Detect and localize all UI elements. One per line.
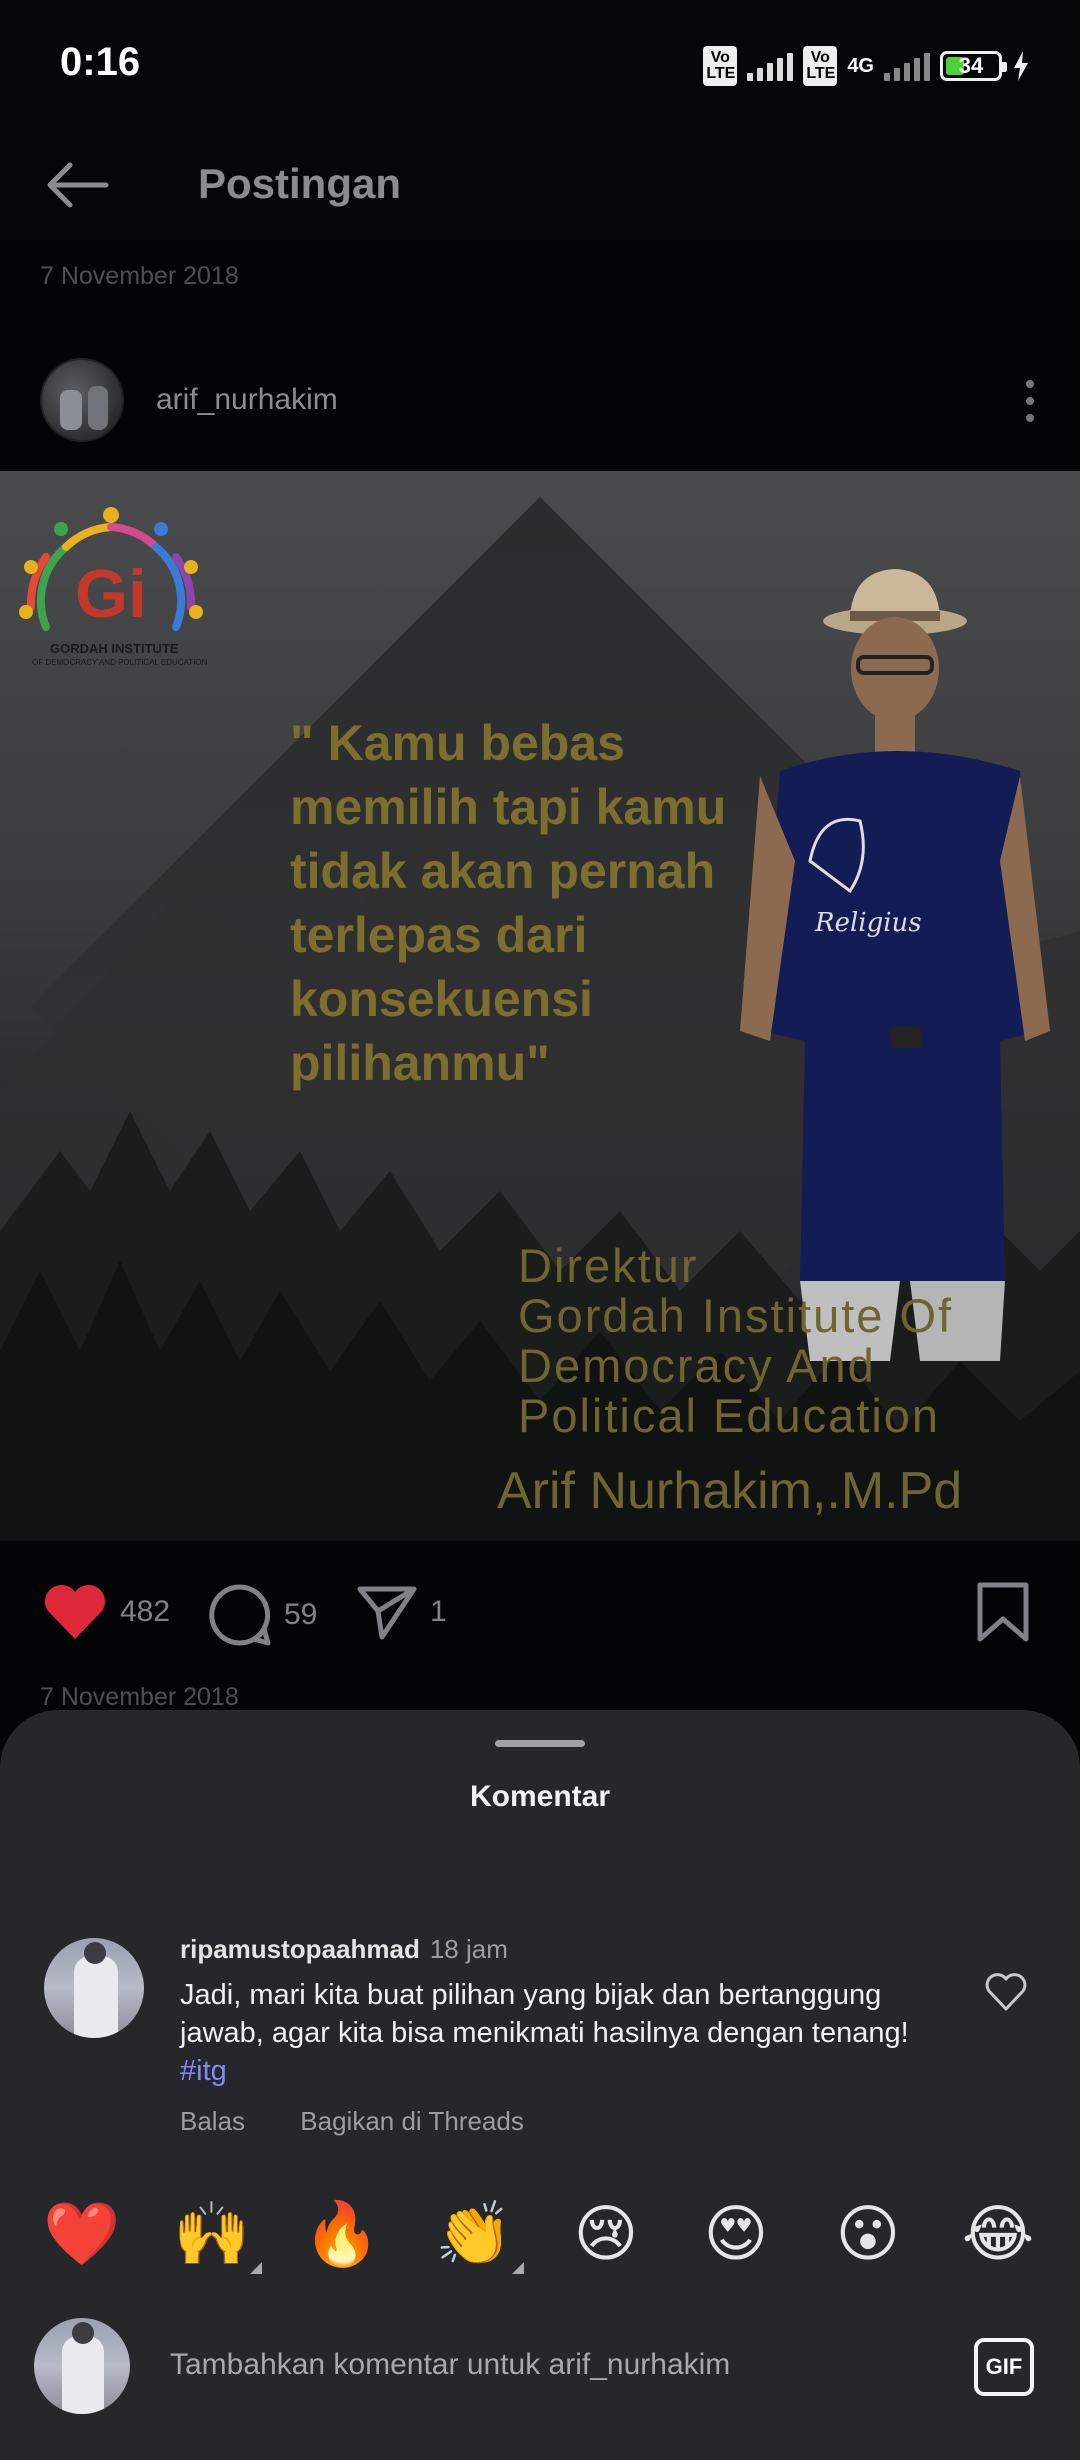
comment-input[interactable]: Tambahkan komentar untuk arif_nurhakim — [170, 2348, 730, 2382]
gif-button[interactable]: GIF — [974, 2338, 1034, 2396]
bookmark-icon[interactable] — [976, 1581, 1030, 1643]
arrow-left-icon[interactable] — [40, 155, 120, 215]
commenter-username[interactable]: ripamustopaahmad — [180, 1934, 420, 1964]
comment-text-block: Jadi, mari kita buat pilihan yang bijak … — [180, 1976, 960, 2090]
signal-icon-2 — [884, 51, 930, 81]
emoji-clapping-glyph: 👏 — [435, 2197, 513, 2270]
emoji-laughing[interactable]: 😂 — [958, 2194, 1038, 2274]
quote-line: terlepas dari — [290, 907, 588, 963]
post-quote: " Kamu bebas memilih tapi kamu tidak aka… — [290, 711, 790, 1095]
share-action[interactable]: 1 — [356, 1583, 447, 1641]
emoji-heart[interactable]: ❤️ — [42, 2194, 122, 2274]
logo-subtext: OF DEMOCRACY AND POLITICAL EDUCATION — [32, 658, 208, 667]
my-avatar — [34, 2318, 130, 2414]
top-app-bar: Postingan — [0, 130, 1080, 240]
shirt-text: Religius — [814, 908, 922, 938]
quote-line: konsekuensi — [290, 971, 593, 1027]
post-date-top: 7 November 2018 — [40, 262, 239, 290]
comment-input-row: Tambahkan komentar untuk arif_nurhakim G… — [0, 2270, 1080, 2414]
post-image[interactable]: Gi GORDAH INSTITUTE OF DEMOCRACY AND POL… — [0, 471, 1080, 1541]
emoji-raised-hands[interactable]: 🙌 — [172, 2194, 262, 2274]
emoji-surprised[interactable]: 😮 — [828, 2194, 908, 2274]
comment-time: 18 jam — [429, 1934, 508, 1964]
title-line: Gordah Institute Of — [518, 1289, 954, 1342]
post-author-row: arif_nurhakim — [0, 340, 1080, 470]
quote-line: pilihanmu" — [290, 1035, 550, 1091]
quote-line: " Kamu bebas — [290, 715, 625, 771]
sheet-title: Komentar — [469, 1780, 611, 1813]
heart-filled-icon[interactable] — [42, 1583, 108, 1641]
comment-item: ripamustopaahmad 18 jam Jadi, mari kita b… — [0, 1920, 1080, 2150]
sheet-drag-handle[interactable] — [495, 1740, 585, 1747]
svg-text:Gi: Gi — [75, 556, 147, 632]
emoji-quick-reactions: ❤️ 🙌 🔥 👏 😢 😍 😮 😂 — [0, 2180, 1080, 2280]
emoji-clapping[interactable]: 👏 — [434, 2194, 524, 2274]
comment-actions: Balas Bagikan di Threads — [180, 2106, 572, 2137]
emoji-heart-eyes[interactable]: 😍 — [696, 2194, 776, 2274]
post-actions: 482 59 1 — [0, 1555, 1080, 1675]
comments-sheet: Komentar ripamustopaahmad 18 jam Jadi, ma… — [0, 1710, 1080, 2460]
commenter-avatar[interactable] — [44, 1938, 144, 2038]
page-title: Postingan — [198, 160, 402, 207]
status-time: 0:16 — [60, 40, 141, 84]
post-title-block: Direktur Gordah Institute Of Democracy A… — [518, 1241, 953, 1441]
comment-count: 59 — [284, 1598, 318, 1631]
post-date-bottom: 7 November 2018 — [40, 1683, 239, 1711]
title-line: Political Education — [518, 1389, 941, 1442]
signal-icon — [747, 51, 794, 81]
battery-icon: 34 — [940, 51, 1007, 81]
comment-text: Jadi, mari kita buat pilihan yang bijak … — [180, 1979, 909, 2049]
more-vertical-icon[interactable] — [1010, 376, 1050, 426]
author-username[interactable]: arif_nurhakim — [156, 383, 338, 417]
charging-icon — [1014, 51, 1028, 81]
comment-like-icon[interactable] — [984, 1972, 1028, 2012]
status-bar: 0:16 Vo LTE Vo LTE 4G 34 — [0, 0, 1080, 130]
quote-line: tidak akan pernah — [290, 843, 716, 899]
network-type: 4G — [847, 55, 874, 77]
send-icon[interactable] — [356, 1583, 418, 1641]
battery-level: 34 — [958, 53, 984, 78]
emoji-fire[interactable]: 🔥 — [302, 2194, 382, 2274]
comment-header: ripamustopaahmad 18 jam — [180, 1934, 508, 1965]
emoji-raised-hands-glyph: 🙌 — [173, 2197, 251, 2270]
like-count: 482 — [120, 1595, 171, 1628]
title-line: Direktur — [518, 1239, 699, 1292]
volte-icon-2: Vo LTE — [803, 46, 838, 86]
emoji-crying[interactable]: 😢 — [566, 2194, 646, 2274]
quote-line: memilih tapi kamu — [290, 779, 727, 835]
comment-icon[interactable] — [208, 1583, 272, 1647]
logo-text: GORDAH INSTITUTE — [50, 641, 179, 656]
reply-button[interactable]: Balas — [180, 2106, 245, 2136]
comment-hashtag[interactable]: #itg — [180, 2055, 227, 2087]
status-icons: Vo LTE Vo LTE 4G 34 — [703, 46, 1030, 86]
author-avatar[interactable] — [40, 358, 124, 442]
comment-action[interactable]: 59 — [208, 1583, 317, 1647]
title-line: Democracy And — [518, 1339, 876, 1392]
like-action[interactable]: 482 — [42, 1583, 170, 1641]
share-threads-button[interactable]: Bagikan di Threads — [300, 2106, 524, 2136]
share-count: 1 — [430, 1595, 447, 1628]
post-signature: Arif Nurhakim,.M.Pd — [497, 1462, 963, 1520]
volte-icon: Vo LTE — [703, 46, 738, 86]
